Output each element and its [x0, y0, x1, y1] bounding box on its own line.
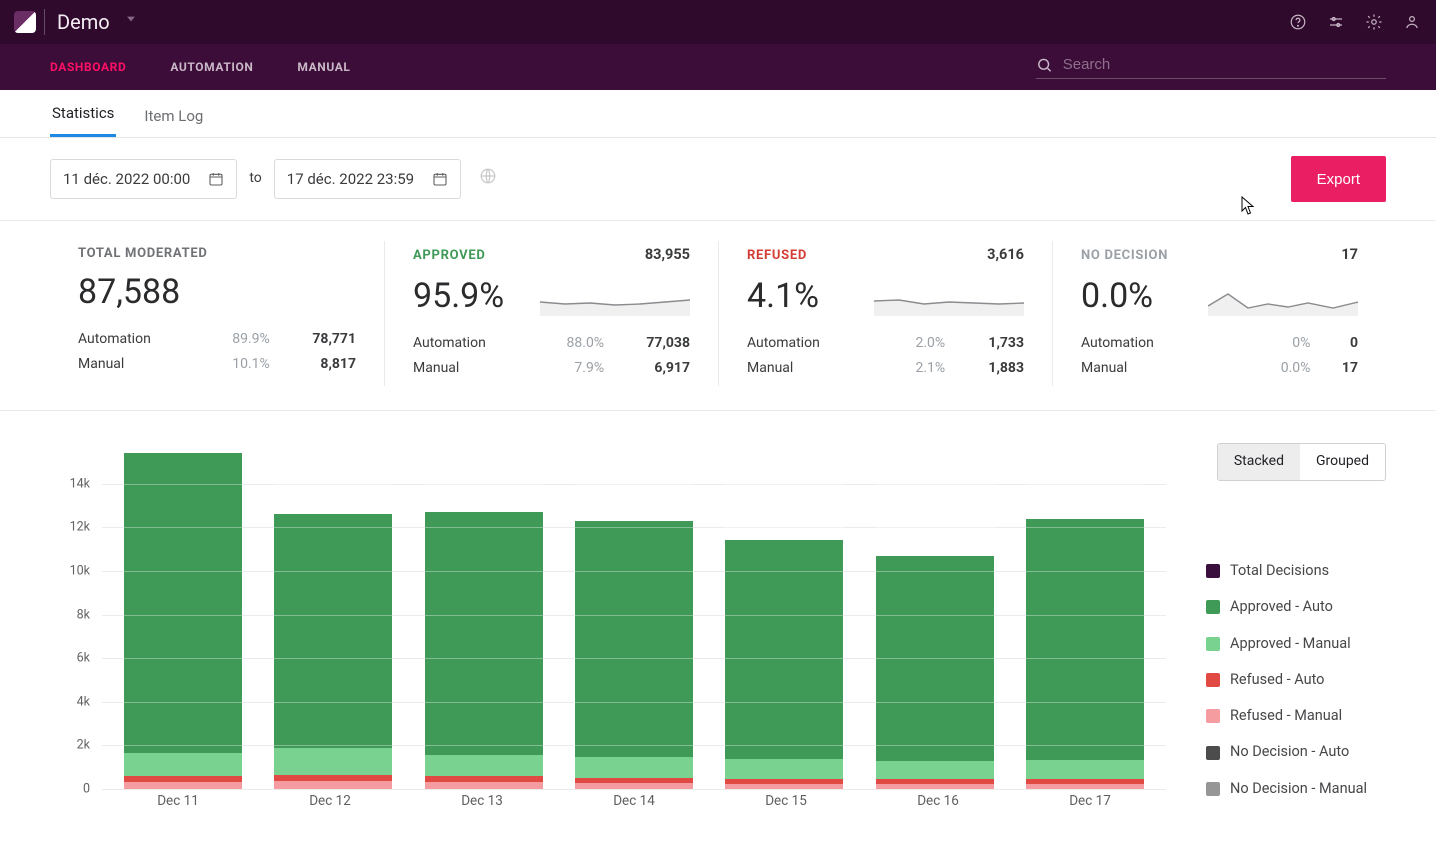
user-icon[interactable]: [1402, 12, 1422, 32]
legend-swatch: [1206, 637, 1220, 651]
legend-label: Refused - Auto: [1230, 670, 1324, 690]
calendar-icon: [208, 171, 224, 187]
search-icon: [1036, 56, 1053, 74]
timezone-icon[interactable]: [479, 167, 497, 192]
bar-column[interactable]: [124, 451, 242, 789]
y-tick: 2k: [77, 737, 90, 755]
date-to-picker[interactable]: 17 déc. 2022 23:59: [274, 159, 461, 199]
kpi-approved: APPROVED 83,955 95.9% Automation88.0%77,…: [384, 241, 718, 386]
app-logo: [14, 11, 36, 33]
kpi-approved-pct: 95.9%: [413, 273, 504, 321]
kpi-nodec-spark: [1208, 286, 1358, 316]
global-search[interactable]: [1036, 55, 1386, 79]
export-button[interactable]: Export: [1291, 156, 1386, 202]
date-from-value: 11 déc. 2022 00:00: [63, 169, 190, 190]
x-tick: Dec 14: [575, 792, 693, 811]
legend-label: Refused - Manual: [1230, 706, 1342, 726]
app-topbar: Demo: [0, 0, 1436, 44]
legend-label: Approved - Manual: [1230, 634, 1351, 654]
toggle-stacked[interactable]: Stacked: [1218, 444, 1300, 480]
kpi-title: NO DECISION: [1081, 247, 1168, 265]
legend-label: Approved - Auto: [1230, 597, 1333, 617]
legend-swatch: [1206, 564, 1220, 578]
legend-label: Total Decisions: [1230, 561, 1329, 581]
kpi-row: TOTAL MODERATED 87,588 Automation89.9%78…: [0, 221, 1436, 411]
divider: [44, 9, 45, 35]
date-to-value: 17 déc. 2022 23:59: [287, 169, 414, 190]
x-tick: Dec 16: [879, 792, 997, 811]
legend-item[interactable]: No Decision - Auto: [1206, 742, 1386, 762]
x-tick: Dec 17: [1031, 792, 1149, 811]
gear-icon[interactable]: [1364, 12, 1384, 32]
workspace-name: Demo: [57, 8, 110, 36]
legend-label: No Decision - Manual: [1230, 779, 1367, 799]
kpi-no-decision: NO DECISION 17 0.0% Automation0%0 Manual…: [1052, 241, 1386, 386]
search-input[interactable]: [1061, 55, 1386, 74]
legend-swatch: [1206, 782, 1220, 796]
kpi-total: TOTAL MODERATED 87,588 Automation89.9%78…: [50, 241, 384, 386]
chart-legend: Total Decisions Approved - Auto Approved -…: [1206, 561, 1386, 815]
legend-item[interactable]: Refused - Auto: [1206, 670, 1386, 690]
kpi-nodec-count: 17: [1341, 245, 1358, 265]
kpi-refused-spark: [874, 286, 1024, 316]
sliders-icon[interactable]: [1326, 12, 1346, 32]
legend-swatch: [1206, 673, 1220, 687]
y-tick: 10k: [70, 562, 90, 580]
workspace-dropdown-icon[interactable]: [124, 12, 138, 33]
nav-tab-dashboard[interactable]: DASHBOARD: [50, 59, 126, 76]
legend-item[interactable]: Approved - Auto: [1206, 597, 1386, 617]
legend-swatch: [1206, 746, 1220, 760]
nav-tab-automation[interactable]: AUTOMATION: [170, 59, 253, 76]
x-tick: Dec 12: [271, 792, 389, 811]
kpi-nodec-pct: 0.0%: [1081, 273, 1153, 321]
y-tick: 12k: [70, 519, 90, 537]
x-tick: Dec 11: [119, 792, 237, 811]
kpi-approved-count: 83,955: [645, 245, 690, 265]
bar-column[interactable]: [575, 451, 693, 789]
kpi-refused-pct: 4.1%: [747, 273, 819, 321]
y-tick: 14k: [70, 475, 90, 493]
dashboard-subtabs: Statistics Item Log: [0, 96, 1436, 138]
bar-column[interactable]: [1026, 451, 1144, 789]
date-from-picker[interactable]: 11 déc. 2022 00:00: [50, 159, 237, 199]
legend-item[interactable]: Total Decisions: [1206, 561, 1386, 581]
y-tick: 4k: [77, 693, 90, 711]
bar-column[interactable]: [274, 451, 392, 789]
kpi-approved-spark: [540, 286, 690, 316]
kpi-title: APPROVED: [413, 247, 486, 265]
legend-label: No Decision - Auto: [1230, 742, 1349, 762]
y-tick: 6k: [77, 649, 90, 667]
x-tick: Dec 15: [727, 792, 845, 811]
chart-section: Stacked Grouped 0 2k 4k 6k 8k 10k 12k 14k Dec 1…: [0, 411, 1436, 839]
legend-swatch: [1206, 600, 1220, 614]
kpi-refused-count: 3,616: [987, 245, 1024, 265]
subtab-statistics[interactable]: Statistics: [50, 103, 116, 137]
bar-column[interactable]: [425, 451, 543, 789]
subtab-item-log[interactable]: Item Log: [142, 106, 205, 137]
primary-nav: DASHBOARD AUTOMATION MANUAL: [0, 44, 1436, 90]
legend-swatch: [1206, 709, 1220, 723]
x-tick: Dec 13: [423, 792, 541, 811]
kpi-total-value: 87,588: [78, 269, 356, 317]
calendar-icon: [432, 171, 448, 187]
toggle-grouped[interactable]: Grouped: [1300, 444, 1385, 480]
kpi-title: TOTAL MODERATED: [78, 245, 356, 263]
bar-column[interactable]: [876, 451, 994, 789]
help-icon[interactable]: [1288, 12, 1308, 32]
bar-column[interactable]: [725, 451, 843, 789]
chart-view-toggle: Stacked Grouped: [1217, 443, 1386, 481]
nav-tab-manual[interactable]: MANUAL: [297, 59, 350, 76]
date-to-label: to: [249, 169, 261, 189]
stacked-bar-chart: 0 2k 4k 6k 8k 10k 12k 14k Dec 11 Dec 12 Dec 13 Dec…: [50, 451, 1166, 811]
kpi-refused: REFUSED 3,616 4.1% Automation2.0%1,733 M…: [718, 241, 1052, 386]
y-tick: 0: [83, 780, 90, 798]
legend-item[interactable]: No Decision - Manual: [1206, 779, 1386, 799]
y-tick: 8k: [77, 606, 90, 624]
legend-item[interactable]: Refused - Manual: [1206, 706, 1386, 726]
filters-row: 11 déc. 2022 00:00 to 17 déc. 2022 23:59…: [0, 138, 1436, 221]
legend-item[interactable]: Approved - Manual: [1206, 634, 1386, 654]
kpi-title: REFUSED: [747, 247, 807, 265]
